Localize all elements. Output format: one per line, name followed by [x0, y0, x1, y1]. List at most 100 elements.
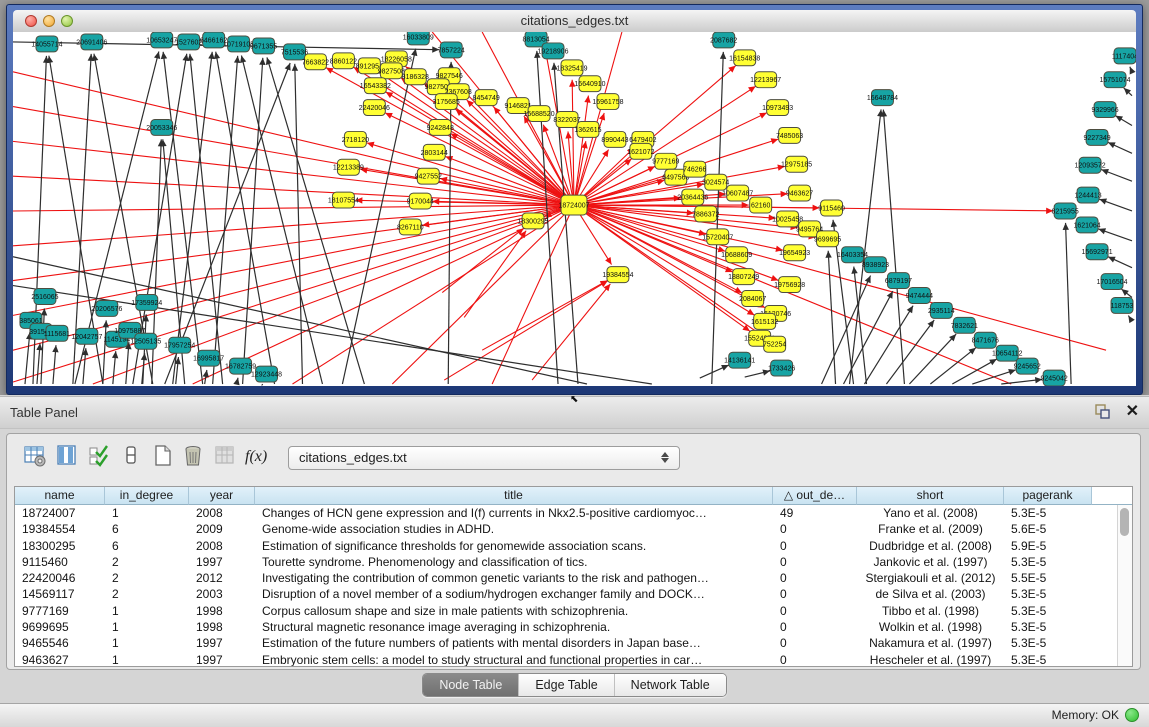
graph-node-label: 62160	[751, 203, 771, 210]
graph-edge[interactable]	[574, 32, 622, 205]
graph-node-label: 16961758	[592, 99, 623, 106]
graph-node-label: 118753	[1111, 303, 1134, 310]
graph-node-label: 12213967	[750, 77, 781, 84]
graph-node-label: 2087682	[710, 37, 737, 44]
new-column-icon[interactable]	[151, 444, 177, 470]
column-header-in_degree[interactable]: in_degree	[105, 487, 189, 505]
column-header-pagerank[interactable]: pagerank	[1004, 487, 1092, 505]
column-header-year[interactable]: year	[189, 487, 255, 505]
graph-edge[interactable]	[241, 56, 322, 384]
select-columns-icon[interactable]	[87, 444, 113, 470]
graph-node-label: 12505135	[130, 339, 161, 346]
column-header-out_degree[interactable]: △ out_de…	[773, 487, 857, 505]
graph-edge[interactable]	[822, 276, 871, 384]
edge-arrowhead	[927, 320, 934, 327]
graph-node-label: 7832621	[951, 323, 978, 330]
graph-edge[interactable]	[464, 231, 526, 318]
table-row[interactable]: 2242004622012Investigating the contribut…	[15, 570, 1132, 586]
delete-column-icon[interactable]	[181, 444, 207, 470]
table-row[interactable]: 1938455462009Genome-wide association stu…	[15, 521, 1132, 537]
graph-node-label: 7485063	[776, 133, 803, 140]
graph-edge[interactable]	[886, 320, 934, 384]
table-row[interactable]: 977716911998Corpus callosum shape and si…	[15, 603, 1132, 619]
memory-status-indicator[interactable]	[1125, 708, 1139, 722]
graph-edge[interactable]	[1066, 223, 1072, 384]
column-header-short[interactable]: short	[857, 487, 1004, 505]
cell-title: Genome-wide association studies in ADHD.	[255, 521, 773, 537]
graph-node-label: 9170044	[407, 199, 434, 206]
edge-arrowhead	[565, 131, 571, 138]
table-panel-body: f(x) citations_edges.txt namein_degreeye…	[6, 433, 1141, 670]
graph-edge[interactable]	[93, 205, 574, 384]
row-selector-icon[interactable]	[119, 444, 145, 470]
table-row[interactable]: 946362711997Embryonic stem cells: a mode…	[15, 652, 1132, 667]
table-scrollbar[interactable]	[1117, 505, 1132, 666]
graph-edge[interactable]	[492, 205, 574, 384]
function-builder-icon[interactable]: f(x)	[245, 444, 271, 470]
tab-node-table[interactable]: Node Table	[423, 674, 518, 696]
graph-node-label: 20364436	[677, 195, 708, 202]
tab-network-table[interactable]: Network Table	[614, 674, 726, 696]
graph-node-label: 9474444	[906, 293, 933, 300]
graph-node-label: 8186328	[402, 74, 429, 81]
table-source-select[interactable]: citations_edges.txt	[288, 446, 680, 470]
cell-short: Jankovic et al. (1997)	[857, 554, 1004, 570]
cell-title: Corpus callosum shape and size in male p…	[255, 603, 773, 619]
graph-node-label: 8454749	[473, 95, 500, 102]
graph-node-label: 7886372	[692, 211, 719, 218]
column-header-name[interactable]: name	[15, 487, 105, 505]
edge-arrowhead	[599, 113, 605, 121]
graph-edge[interactable]	[103, 320, 106, 384]
mouse-cursor: ⬉	[570, 394, 578, 405]
graph-edge[interactable]	[163, 52, 203, 384]
graph-edge[interactable]	[844, 291, 893, 384]
graph-node-label: 15720407	[702, 234, 733, 241]
graph-edge[interactable]	[448, 62, 451, 384]
column-header-title[interactable]: title	[255, 487, 773, 505]
graph-edge[interactable]	[883, 110, 904, 384]
graph-edge[interactable]	[864, 306, 913, 384]
table-row[interactable]: 911546021997Tourette syndrome. Phenomeno…	[15, 554, 1132, 570]
cell-name: 22420046	[15, 570, 105, 586]
table-row[interactable]: 1456911722003Disruption of a novel membe…	[15, 586, 1132, 602]
graph-node-label: 9242848	[427, 125, 454, 132]
graph-node-label: 1244413	[1074, 193, 1101, 200]
table-row[interactable]: 969969511998Structural magnetic resonanc…	[15, 619, 1132, 635]
graph-edge[interactable]	[342, 49, 415, 384]
close-panel-icon[interactable]: ✕	[1126, 403, 1139, 421]
edge-arrowhead	[52, 345, 58, 352]
table-row[interactable]: 946554611997Estimation of the future num…	[15, 635, 1132, 651]
graph-edge[interactable]	[442, 228, 523, 292]
import-table-disabled-icon	[213, 444, 239, 470]
graph-edge[interactable]	[554, 63, 578, 384]
network-window-titlebar[interactable]: citations_edges.txt	[13, 10, 1136, 33]
cell-year: 1997	[189, 652, 255, 667]
edge-arrowhead	[851, 267, 857, 274]
column-visibility-icon[interactable]	[55, 444, 81, 470]
cell-in_degree: 1	[105, 619, 189, 635]
graph-edge[interactable]	[828, 251, 835, 384]
graph-node-label: 18807249	[728, 274, 759, 281]
graph-edge[interactable]	[13, 205, 574, 211]
table-row[interactable]: 1830029562008Estimation of significance …	[15, 538, 1132, 554]
cell-pagerank: 5.3E-5	[1004, 619, 1092, 635]
edge-arrowhead	[748, 86, 756, 92]
citation-network-graph[interactable]: 1405571420691406106532471527602646616210…	[13, 32, 1136, 386]
graph-edge[interactable]	[13, 205, 574, 281]
scrollbar-thumb[interactable]	[1120, 508, 1129, 536]
network-view-canvas[interactable]: 1405571420691406106532471527602646616210…	[13, 32, 1136, 386]
cell-in_degree: 2	[105, 570, 189, 586]
graph-edge[interactable]	[482, 280, 607, 350]
table-settings-icon[interactable]	[23, 444, 49, 470]
graph-edge[interactable]	[13, 205, 574, 246]
graph-edge[interactable]	[193, 205, 574, 384]
table-row[interactable]: 1872400712008Changes of HCN gene express…	[15, 505, 1132, 521]
graph-edge[interactable]	[25, 332, 30, 384]
cell-out_degree: 0	[773, 570, 857, 586]
float-panel-icon[interactable]	[1094, 404, 1112, 420]
graph-node-label: 8322037	[553, 117, 580, 124]
edge-arrowhead	[1101, 169, 1109, 175]
graph-edge[interactable]	[574, 205, 1011, 384]
tab-edge-table[interactable]: Edge Table	[518, 674, 613, 696]
cell-out_degree: 0	[773, 586, 857, 602]
